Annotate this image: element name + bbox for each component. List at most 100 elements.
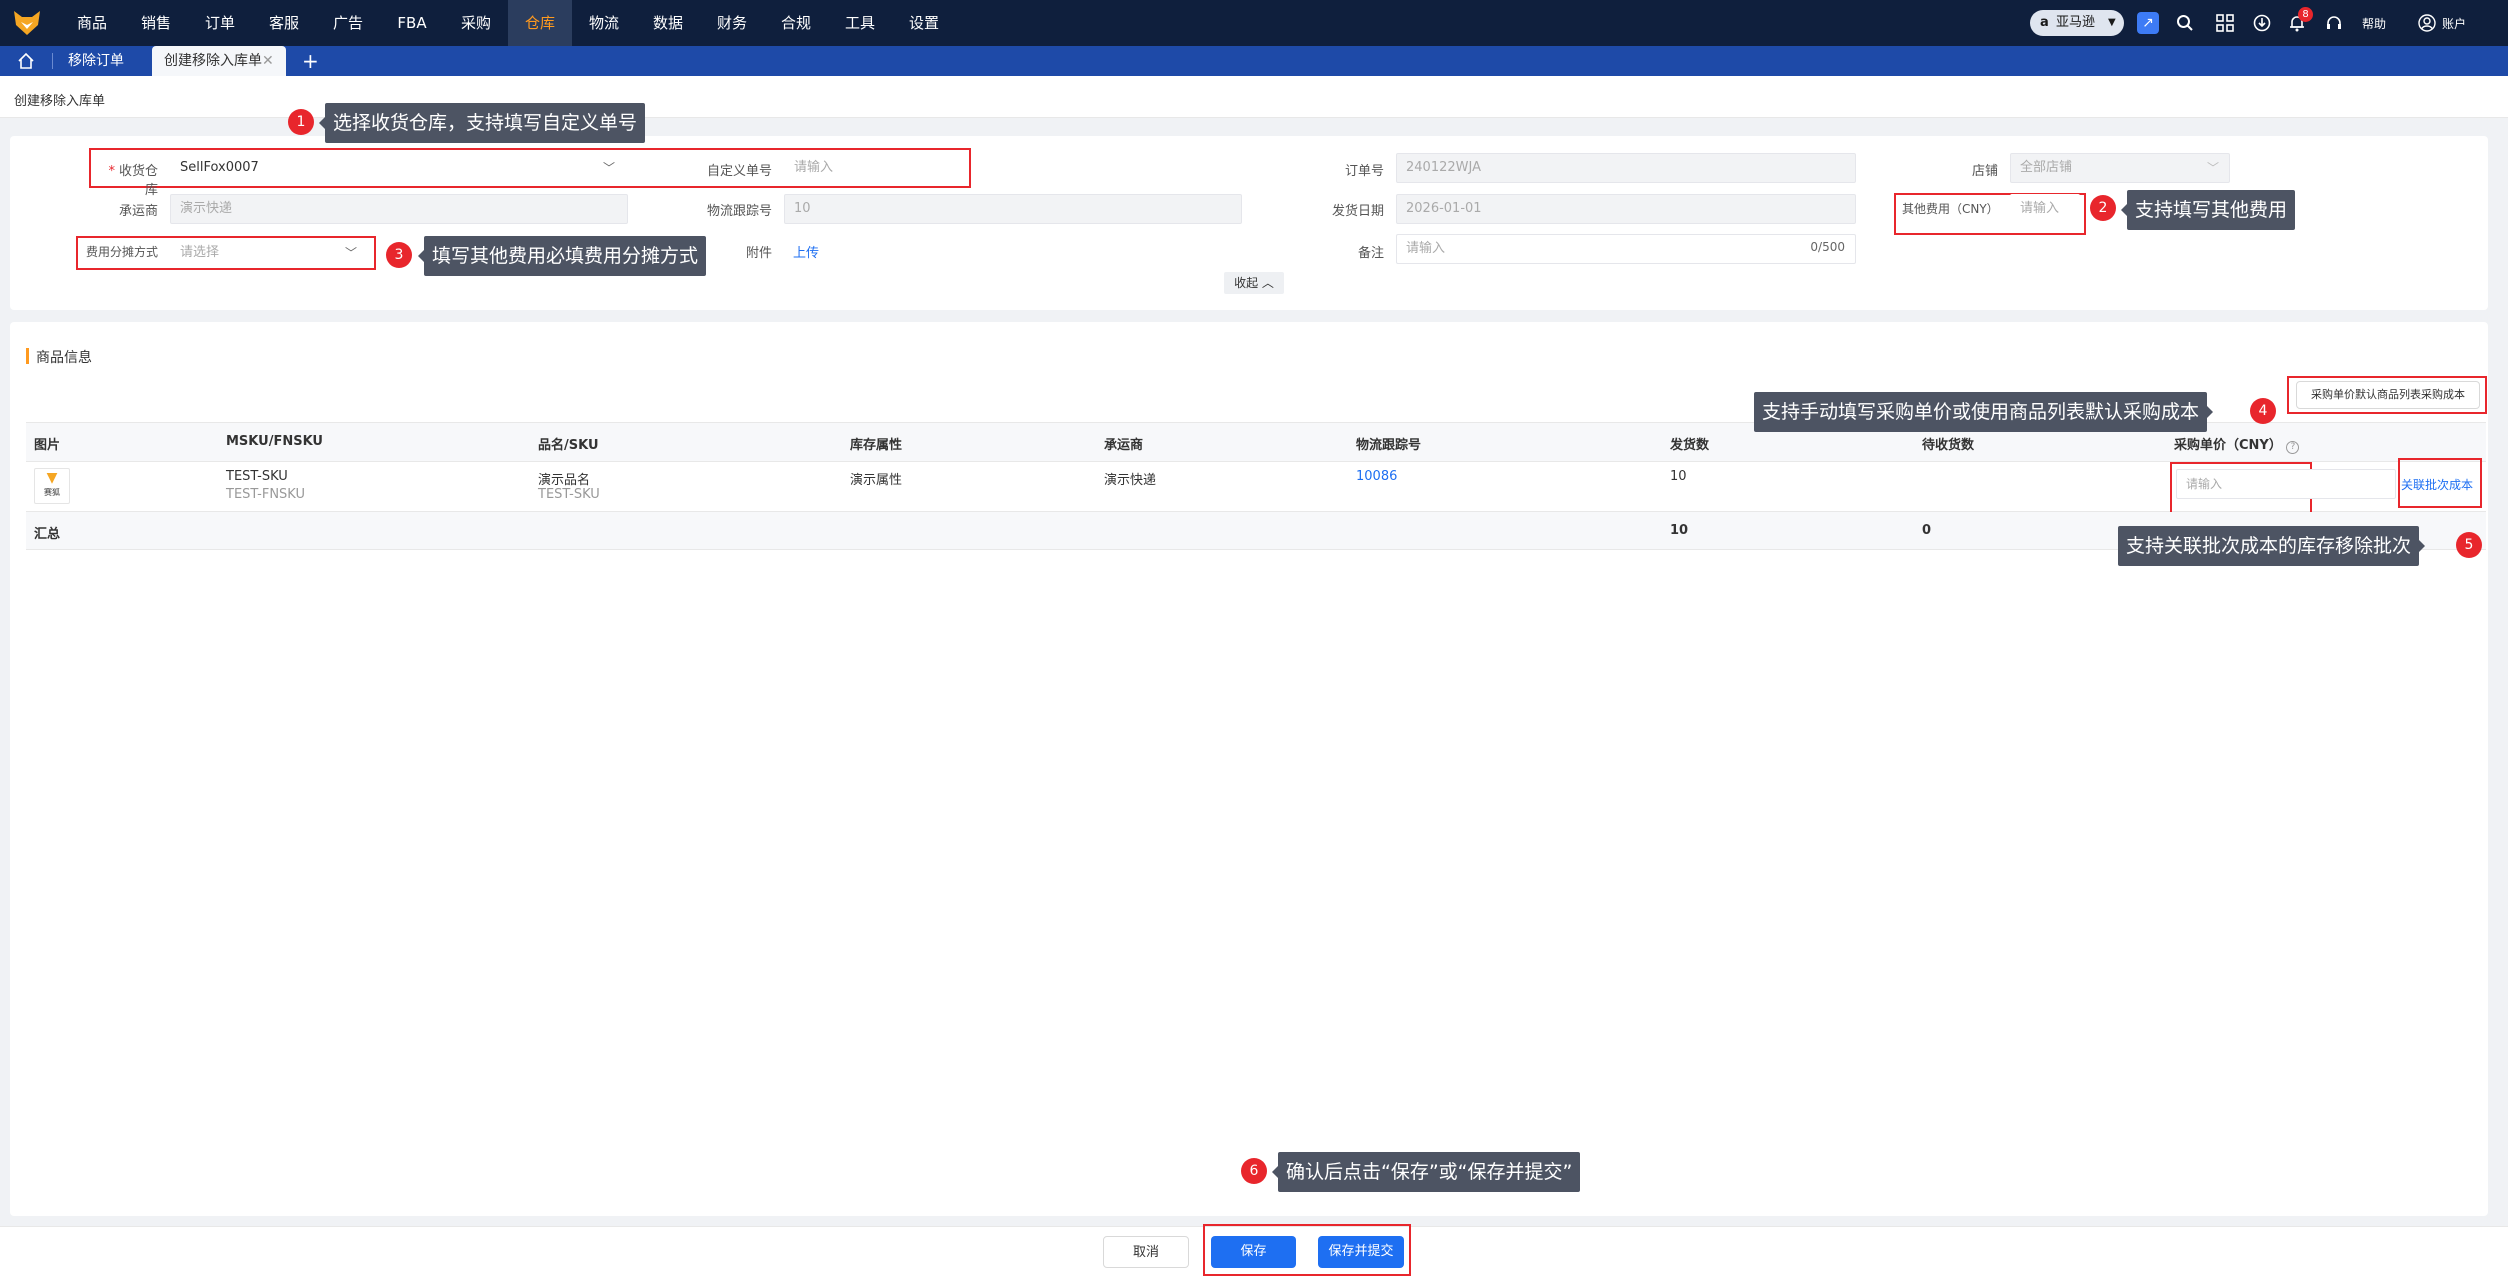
remark-textarea[interactable]: 请输入 0/500 <box>1396 234 1856 264</box>
col-price: 采购单价（CNY） ? <box>2174 434 2300 454</box>
nav-item-4[interactable]: 广告 <box>316 0 380 46</box>
collapse-button[interactable]: 收起 ︿ <box>1224 272 1284 294</box>
row-stock-attr: 演示属性 <box>850 473 903 488</box>
remark-counter: 0/500 <box>1810 240 1845 254</box>
chevron-down-icon: ﹀ <box>602 161 615 175</box>
tab-create-removal-inbound[interactable]: 创建移除入库单 ✕ <box>152 46 286 76</box>
other-fee-input[interactable]: 请输入 <box>2010 194 2080 224</box>
summary-row <box>26 512 2486 550</box>
summary-label: 汇总 <box>34 527 61 542</box>
nav-item-5[interactable]: FBA <box>380 0 444 46</box>
download-icon[interactable] <box>2253 14 2271 32</box>
remark-label: 备注 <box>1357 246 1384 261</box>
tracking-field: 10 <box>784 194 1242 224</box>
notification-badge: 8 <box>2298 7 2313 22</box>
nav-item-2[interactable]: 订单 <box>188 0 252 46</box>
cancel-button[interactable]: 取消 <box>1103 1236 1189 1268</box>
col-stock-attr: 库存属性 <box>850 438 903 453</box>
close-icon[interactable]: ✕ <box>262 46 274 76</box>
help-link[interactable]: 帮助 <box>2362 15 2386 32</box>
nav-item-3[interactable]: 客服 <box>252 0 316 46</box>
tip-2-number: 2 <box>2090 195 2116 221</box>
fee-alloc-placeholder: 请选择 <box>180 245 220 260</box>
nav-item-9[interactable]: 数据 <box>636 0 700 46</box>
col-shipped: 发货数 <box>1670 438 1710 453</box>
caret-down-icon: ▼ <box>2108 17 2116 28</box>
row-fnsku: TEST-FNSKU <box>226 487 305 502</box>
upload-link[interactable]: 上传 <box>793 242 819 261</box>
tip-1-number: 1 <box>288 109 314 135</box>
col-price-label: 采购单价（CNY） <box>2174 438 2282 453</box>
row-carrier: 演示快递 <box>1104 473 1157 488</box>
row-product-name: 演示品名 <box>538 473 591 488</box>
carrier-label: 承运商 <box>118 204 158 219</box>
chevron-down-icon: ﹀ <box>344 246 357 260</box>
shop-label: 店铺 <box>1971 164 1998 179</box>
user-avatar-icon[interactable] <box>2418 14 2436 32</box>
fee-alloc-select[interactable]: 请选择 ﹀ <box>170 238 370 268</box>
nav-item-10[interactable]: 财务 <box>700 0 764 46</box>
sellfox-logo-icon[interactable] <box>12 9 42 37</box>
tip-5: 支持关联批次成本的库存移除批次 <box>2118 526 2426 566</box>
row-tracking-link[interactable]: 10086 <box>1356 469 1397 484</box>
marketplace-select[interactable]: a 亚马逊 ▼ <box>2030 10 2124 36</box>
order-no-label: 订单号 <box>1344 164 1384 179</box>
nav-item-0[interactable]: 商品 <box>60 0 124 46</box>
tip-3: 填写其他费用必填费用分摊方式 <box>417 236 707 276</box>
search-icon[interactable] <box>2176 14 2194 32</box>
save-submit-button[interactable]: 保存并提交 <box>1318 1236 1404 1268</box>
warehouse-label-text: 收货仓库 <box>118 164 158 198</box>
nav-item-13[interactable]: 设置 <box>892 0 956 46</box>
col-image: 图片 <box>34 438 61 453</box>
warehouse-label: * 收货仓库 <box>96 160 158 198</box>
summary-shipped: 10 <box>1670 523 1689 538</box>
tab-divider <box>52 53 53 69</box>
nav-item-7[interactable]: 仓库 <box>508 0 572 46</box>
headset-icon[interactable] <box>2325 14 2343 32</box>
tip-6-number: 6 <box>1241 1158 1267 1184</box>
col-tracking: 物流跟踪号 <box>1356 438 1422 453</box>
tip-4: 支持手动填写采购单价或使用商品列表默认采购成本 <box>1754 392 2214 432</box>
tab-label: 移除订单 <box>68 53 124 69</box>
save-button[interactable]: 保存 <box>1211 1236 1296 1268</box>
nav-item-8[interactable]: 物流 <box>572 0 636 46</box>
chevron-up-icon: ︿ <box>1261 276 1274 290</box>
nav-item-1[interactable]: 销售 <box>124 0 188 46</box>
tip-4-number: 4 <box>2250 398 2276 424</box>
shop-value: 全部店铺 <box>2020 160 2073 175</box>
col-pending: 待收货数 <box>1922 438 1975 453</box>
help-circle-icon[interactable]: ? <box>2286 441 2300 454</box>
fee-alloc-label: 费用分摊方式 <box>86 245 159 259</box>
required-mark: * <box>108 164 115 179</box>
tip-3-number: 3 <box>386 242 412 268</box>
analytics-icon[interactable]: ↗ <box>2137 12 2159 34</box>
tip-5-number: 5 <box>2456 532 2482 558</box>
other-fee-label: 其他费用（CNY） <box>1902 202 1999 216</box>
page-title: 创建移除入库单 <box>14 94 106 109</box>
default-cost-button[interactable]: 采购单价默认商品列表采购成本 <box>2296 381 2480 409</box>
price-input[interactable]: 请输入 <box>2176 469 2396 499</box>
shop-select: 全部店铺 ﹀ <box>2010 153 2230 183</box>
row-shipped: 10 <box>1670 469 1687 484</box>
tip-6: 确认后点击“保存”或“保存并提交” <box>1271 1152 1581 1192</box>
section-title: 商品信息 <box>36 350 92 366</box>
apps-grid-icon[interactable] <box>2216 14 2234 32</box>
section-accent-bar <box>26 348 29 364</box>
carrier-field: 演示快递 <box>170 194 628 224</box>
summary-pending: 0 <box>1922 523 1932 538</box>
table-row <box>26 462 2486 512</box>
nav-item-11[interactable]: 合规 <box>764 0 828 46</box>
tab-removal-orders[interactable]: 移除订单 <box>68 46 156 76</box>
add-tab-button[interactable]: + <box>302 46 319 76</box>
fox-logo-icon: ▼ <box>46 470 58 486</box>
nav-item-12[interactable]: 工具 <box>828 0 892 46</box>
home-icon[interactable] <box>17 52 35 70</box>
tip-2: 支持填写其他费用 <box>2120 190 2296 230</box>
account-link[interactable]: 账户 <box>2442 15 2466 32</box>
custom-no-input[interactable]: 请输入 <box>784 153 962 183</box>
link-batch-cost[interactable]: 关联批次成本 <box>2401 476 2473 493</box>
custom-no-label: 自定义单号 <box>706 164 772 179</box>
collapse-label: 收起 <box>1234 276 1259 290</box>
nav-item-6[interactable]: 采购 <box>444 0 508 46</box>
warehouse-select[interactable]: SellFox0007 ﹀ <box>170 153 628 183</box>
